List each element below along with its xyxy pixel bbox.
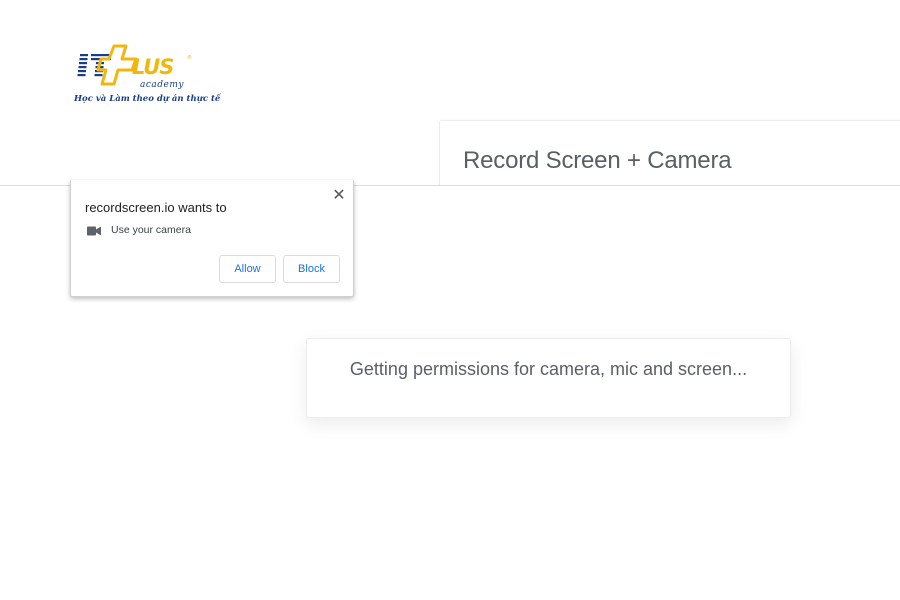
- status-message: Getting permissions for camera, mic and …: [349, 359, 748, 379]
- block-button[interactable]: Block: [283, 255, 340, 283]
- video-camera-icon: [87, 226, 101, 236]
- page-title: Record Screen + Camera: [463, 147, 732, 174]
- permission-item-label: Use your camera: [111, 224, 191, 236]
- permission-title: recordscreen.io wants to: [85, 200, 227, 215]
- svg-text:LUS: LUS: [132, 55, 173, 79]
- logo-tagline: Học và Làm theo dự án thực tế: [74, 94, 221, 104]
- itplus-logo: LUS ® academy Học và Làm theo dự án thực…: [74, 44, 220, 108]
- svg-text:®: ®: [187, 54, 192, 61]
- logo-subtitle: academy: [140, 80, 184, 90]
- status-card: Getting permissions for camera, mic and …: [306, 338, 791, 418]
- close-icon[interactable]: ✕: [330, 187, 348, 205]
- camera-permission-prompt: recordscreen.io wants to ✕ Use your came…: [70, 180, 354, 297]
- allow-button[interactable]: Allow: [219, 255, 276, 283]
